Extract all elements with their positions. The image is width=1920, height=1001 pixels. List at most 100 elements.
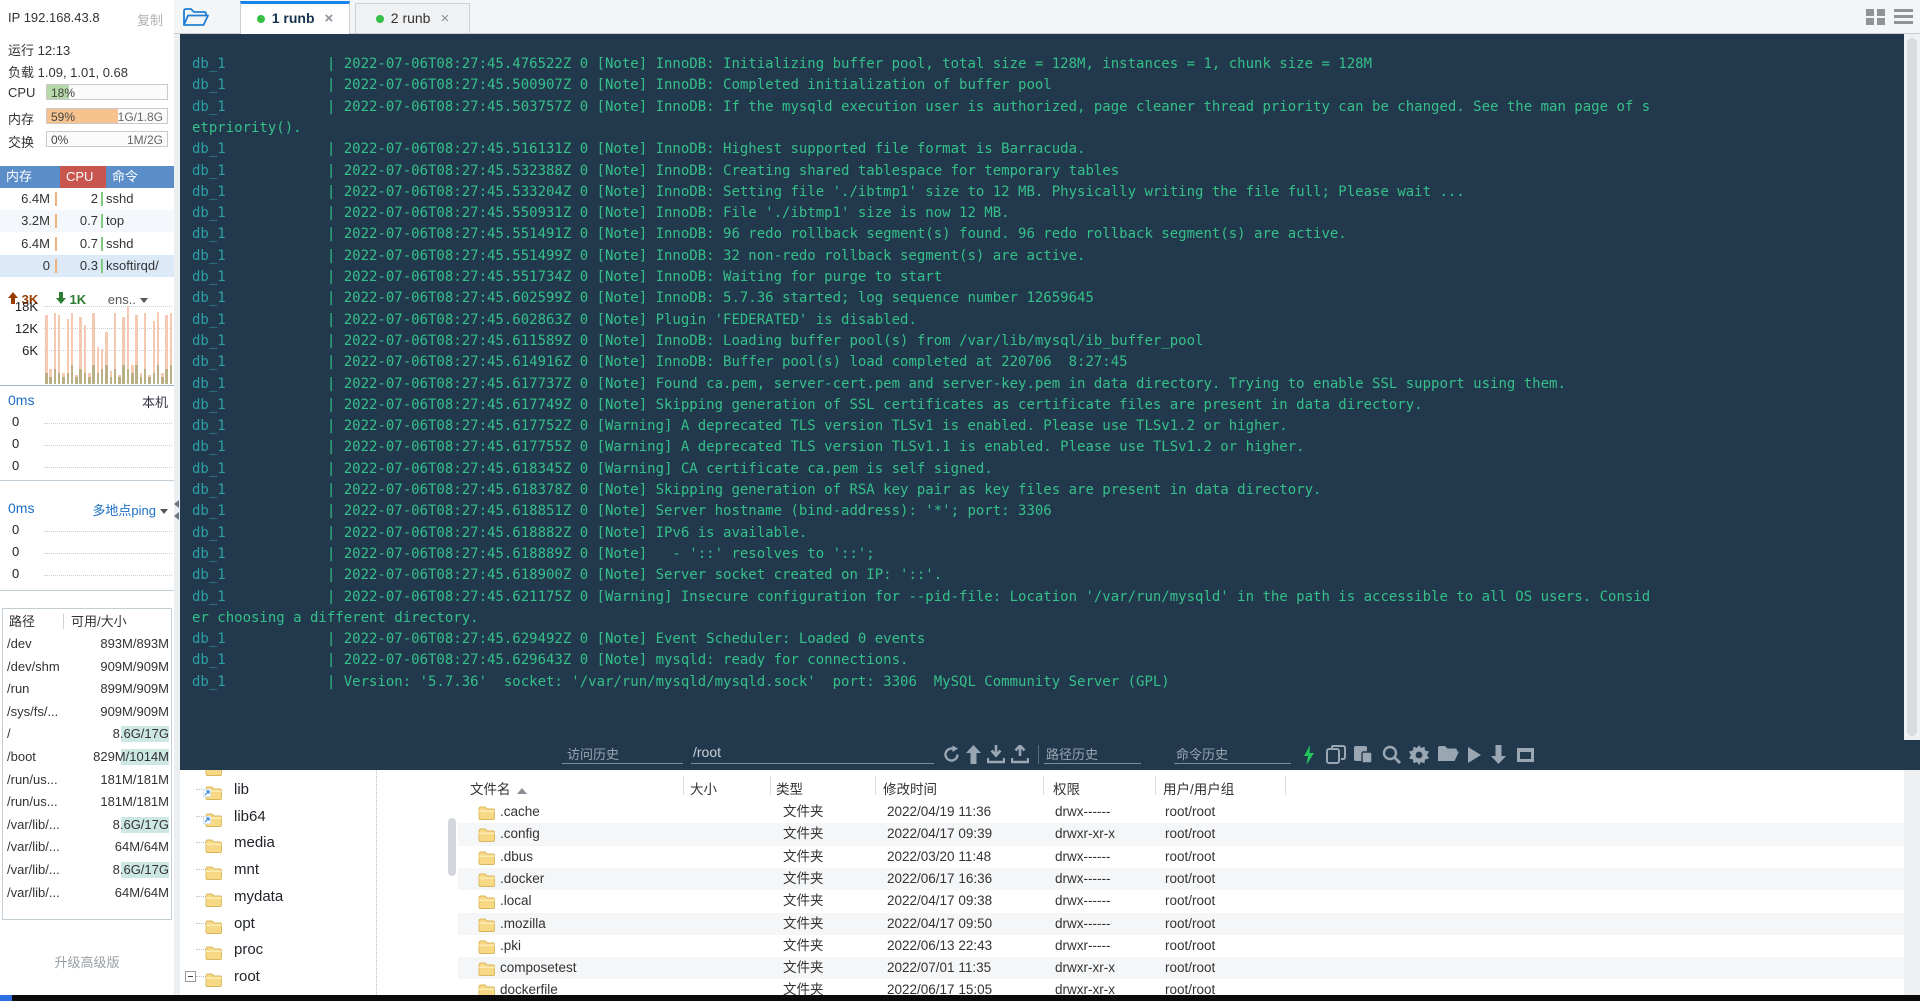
file-row-.mozilla[interactable]: .mozilla 文件夹 2022/04/17 09:50 drwx------ roo… bbox=[458, 912, 1904, 935]
net-down-bar bbox=[148, 377, 151, 384]
log-message: | 2022-07-06T08:27:45.532388Z 0 [Note] I… bbox=[326, 162, 1120, 179]
file-folder bbox=[478, 939, 495, 954]
file-row-dockerfile[interactable]: dockerfile 文件夹 2022/06/17 15:05 drwxr-xr-x r… bbox=[458, 979, 1904, 995]
upload-icon[interactable] bbox=[1011, 745, 1029, 764]
terminal-line: etpriority(). bbox=[192, 118, 302, 139]
mem-tick-icon bbox=[55, 214, 57, 229]
tree-scrollbar[interactable] bbox=[448, 818, 456, 876]
process-row[interactable]: 6.4M 2 sshd bbox=[0, 188, 174, 210]
file-row-.docker[interactable]: .docker 文件夹 2022/06/17 16:36 drwx------ root… bbox=[458, 867, 1904, 891]
service-name: db_1 bbox=[192, 332, 327, 349]
disk-col-sep bbox=[63, 614, 64, 629]
copy-icon[interactable] bbox=[1326, 745, 1346, 764]
download-arrow-icon[interactable] bbox=[1491, 745, 1506, 764]
process-row[interactable]: 0 0.3 ksoftirqd/ bbox=[0, 254, 174, 277]
open-folder-icon[interactable] bbox=[1437, 745, 1459, 763]
refresh-icon[interactable] bbox=[942, 745, 961, 764]
collapse-left-icon[interactable] bbox=[174, 500, 179, 508]
net-down-bar bbox=[113, 369, 117, 384]
tree-item-lib[interactable]: lib bbox=[180, 776, 458, 803]
terminal-line: db_1 | 2022-07-06T08:27:45.629492Z 0 [No… bbox=[192, 629, 925, 650]
file-row-.dbus[interactable]: .dbus 文件夹 2022/03/20 11:48 drwx------ root/r… bbox=[458, 846, 1904, 868]
tree-expander-icon[interactable] bbox=[185, 970, 196, 982]
ping-value: 0 bbox=[12, 436, 20, 451]
disk-size: 899M/909M bbox=[100, 681, 169, 697]
file-row-.config[interactable]: .config 文件夹 2022/04/17 09:39 drwxr-xr-x root… bbox=[458, 823, 1904, 846]
ping-target-select[interactable]: 多地点ping bbox=[92, 500, 168, 519]
interface-dropdown-icon[interactable] bbox=[139, 298, 148, 304]
interface-select[interactable]: ens.. bbox=[108, 292, 136, 307]
folder-icon bbox=[478, 984, 495, 995]
column-header-3[interactable]: 修改时间 bbox=[883, 778, 937, 798]
file-row-.cache[interactable]: .cache 文件夹 2022/04/19 11:36 drwx------ root/… bbox=[458, 801, 1904, 823]
tree-item-lib64[interactable]: lib64 bbox=[180, 803, 458, 830]
net-down-bar bbox=[66, 373, 70, 384]
command-history-dropdown[interactable]: 命令历史 bbox=[1174, 744, 1291, 764]
scrollbar-thumb[interactable] bbox=[1907, 38, 1917, 736]
folder-icon bbox=[205, 973, 222, 987]
terminal-output[interactable]: db_1 | 2022-07-06T08:27:45.476522Z 0 [No… bbox=[180, 34, 1904, 740]
upgrade-link[interactable]: 升级高级版 bbox=[0, 952, 174, 971]
net-down-bar bbox=[62, 377, 65, 384]
tree-item-media[interactable]: media bbox=[180, 829, 458, 856]
terminal-line: er choosing a different directory. bbox=[192, 608, 479, 629]
path-history-dropdown[interactable]: 路径历史 bbox=[1044, 744, 1141, 764]
column-header-5[interactable]: 用户/用户组 bbox=[1163, 778, 1234, 798]
up-directory-icon[interactable] bbox=[966, 745, 981, 764]
tree-item-opt[interactable]: opt bbox=[180, 910, 458, 937]
process-row[interactable]: 3.2M 0.7 top bbox=[0, 210, 174, 233]
tree-item-mnt[interactable]: mnt bbox=[180, 856, 458, 883]
tab-close-icon[interactable]: × bbox=[440, 10, 449, 27]
file-row-.local[interactable]: .local 文件夹 2022/04/17 09:38 drwx------ root/… bbox=[458, 890, 1904, 912]
file-row-composetest[interactable]: composetest 文件夹 2022/07/01 11:35 drwxr-xr-x… bbox=[458, 957, 1904, 980]
uptime-label: 运行 bbox=[8, 43, 35, 58]
disk-row: /var/lib/... 64M/64M bbox=[3, 836, 171, 858]
tab-label: 1 runb bbox=[271, 10, 315, 26]
menu-icon[interactable] bbox=[1894, 9, 1913, 25]
mem-tick-icon bbox=[55, 192, 57, 206]
tree-item-proc[interactable]: proc bbox=[180, 936, 458, 963]
sort-ascending-icon[interactable] bbox=[516, 788, 527, 794]
window-icon[interactable] bbox=[1517, 748, 1534, 762]
path-input[interactable]: /root bbox=[691, 744, 934, 764]
disk-path: / bbox=[7, 726, 11, 742]
download-icon[interactable] bbox=[987, 745, 1005, 764]
access-history-dropdown[interactable]: 访问历史 bbox=[562, 744, 683, 764]
tab-2-runb[interactable]: 2 runb × bbox=[355, 3, 470, 34]
tab-1-runb[interactable]: 1 runb × bbox=[240, 1, 350, 34]
disk-size: 64M/64M bbox=[114, 839, 169, 855]
run-icon[interactable] bbox=[1468, 747, 1481, 763]
column-header-2[interactable]: 类型 bbox=[776, 778, 803, 798]
terminal-line: db_1 | 2022-07-06T08:27:45.611589Z 0 [No… bbox=[192, 331, 1203, 352]
tree-item-mydata[interactable]: mydata bbox=[180, 883, 458, 910]
net-down-bar bbox=[92, 365, 95, 384]
tree-folder bbox=[205, 862, 222, 881]
process-mem: 0 bbox=[42, 257, 50, 273]
tree-item-label: lib bbox=[234, 781, 250, 798]
service-name: db_1 bbox=[192, 226, 327, 243]
tree-item-root[interactable]: root bbox=[180, 963, 458, 990]
log-message: | 2022-07-06T08:27:45.550931Z 0 [Note] I… bbox=[326, 205, 1010, 222]
column-header-0[interactable]: 文件名 bbox=[470, 778, 527, 798]
settings-gear-icon[interactable] bbox=[1409, 745, 1429, 765]
file-owner: root/root bbox=[1165, 893, 1216, 909]
tab-close-icon[interactable]: × bbox=[325, 10, 334, 27]
file-row-.pki[interactable]: .pki 文件夹 2022/06/13 22:43 drwxr----- root/ro… bbox=[458, 935, 1904, 957]
copy-button[interactable]: 复制 bbox=[137, 10, 163, 29]
lightning-icon[interactable] bbox=[1303, 745, 1315, 765]
grid-view-icon[interactable] bbox=[1866, 9, 1886, 25]
ping-dropdown-icon[interactable] bbox=[160, 509, 168, 515]
service-name: db_1 bbox=[192, 354, 327, 371]
paste-icon[interactable] bbox=[1353, 745, 1373, 764]
file-manager-folder-icon[interactable] bbox=[182, 7, 209, 28]
process-row[interactable]: 6.4M 0.7 sshd bbox=[0, 233, 174, 255]
log-message: | 2022-07-06T08:27:45.476522Z 0 [Note] I… bbox=[326, 56, 1373, 72]
column-header-4[interactable]: 权限 bbox=[1053, 778, 1080, 798]
collapse-left-icon[interactable] bbox=[174, 512, 179, 520]
service-name: db_1 bbox=[192, 631, 327, 648]
service-name: db_1 bbox=[192, 652, 327, 669]
terminal-scrollbar[interactable] bbox=[1904, 34, 1920, 995]
search-icon[interactable] bbox=[1382, 745, 1401, 764]
disk-size: 181M/181M bbox=[100, 794, 169, 810]
column-header-1[interactable]: 大小 bbox=[690, 778, 717, 798]
